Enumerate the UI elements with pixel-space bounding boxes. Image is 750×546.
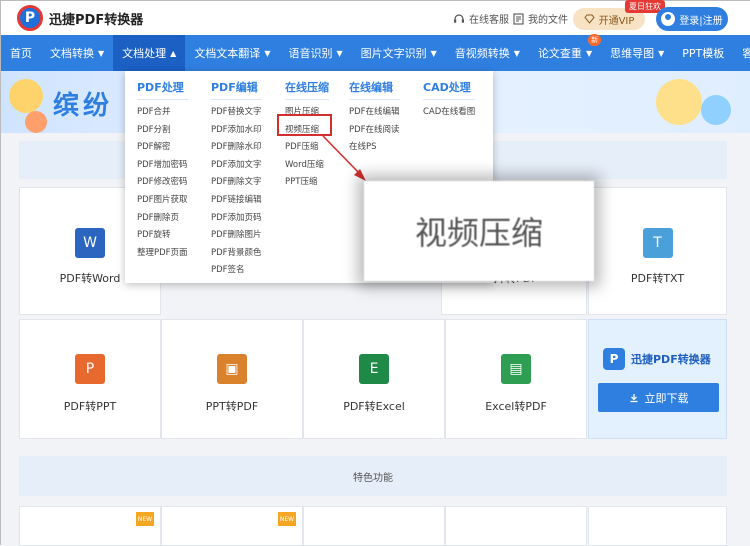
callout-arrow xyxy=(322,135,362,176)
zoom-callout: 视频压缩 xyxy=(364,181,594,281)
